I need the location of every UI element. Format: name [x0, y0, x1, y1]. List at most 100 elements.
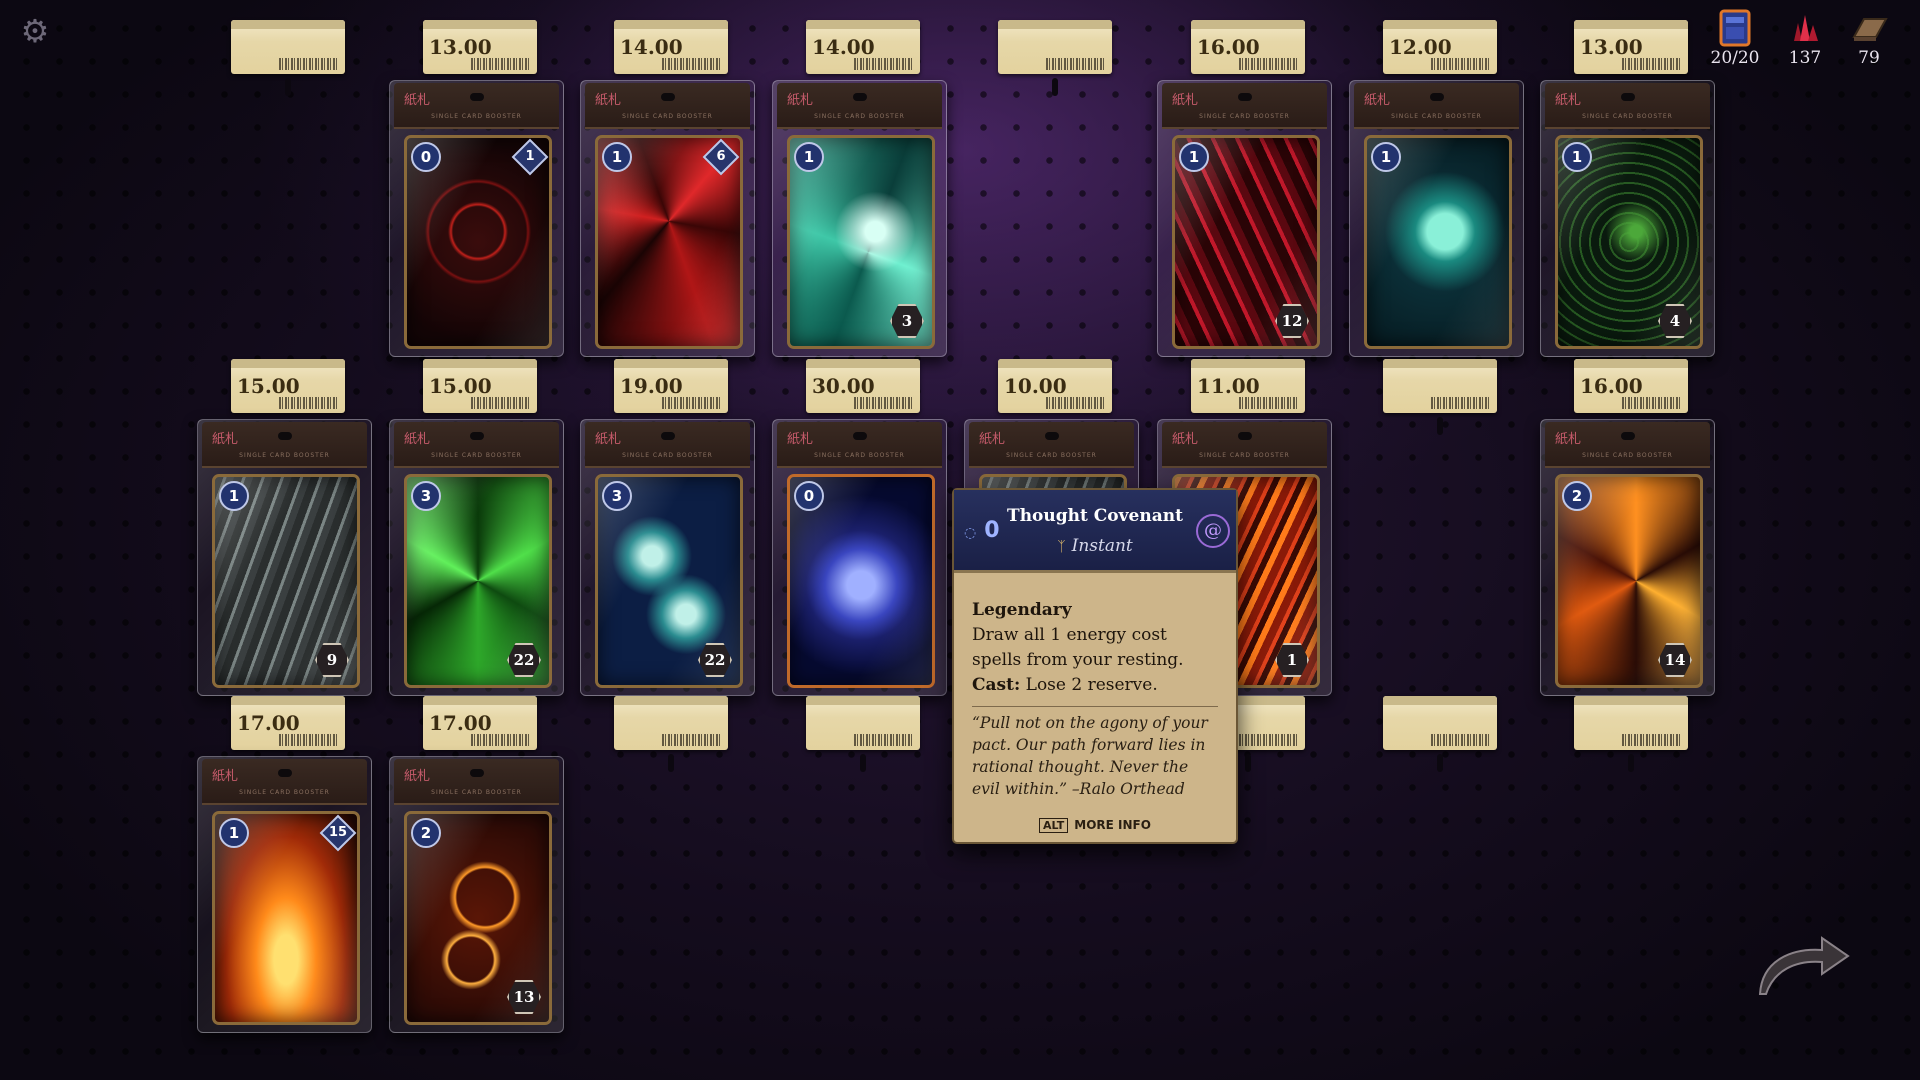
energy-cost-badge: 3 — [411, 481, 441, 511]
barcode-icon — [1239, 397, 1297, 409]
energy-cost-badge: 2 — [1562, 481, 1592, 511]
energy-cost-badge: 1 — [1371, 142, 1401, 172]
pack-subtitle: SINGLE CARD BOOSTER — [1582, 113, 1673, 120]
tooltip-header: ◌ 0 Thought Covenant ᛉ Instant @ — [954, 490, 1236, 573]
pack-subtitle: SINGLE CARD BOOSTER — [1006, 452, 1097, 459]
price-tag: 16.00 — [1191, 20, 1305, 74]
card-booster-pack[interactable]: 紙札 SINGLE CARD BOOSTER 1 6 — [580, 80, 755, 357]
price-tag-band — [1383, 20, 1497, 29]
empty-peg-hook — [1245, 754, 1251, 772]
price-tag — [1383, 696, 1497, 750]
pack-subtitle: SINGLE CARD BOOSTER — [814, 113, 905, 120]
card-booster-pack[interactable]: 紙札 SINGLE CARD BOOSTER 1 9 — [197, 419, 372, 696]
card-tooltip: ◌ 0 Thought Covenant ᛉ Instant @ Legendary… — [952, 488, 1238, 844]
pack-subtitle: SINGLE CARD BOOSTER — [622, 113, 713, 120]
price-tag: 14.00 — [614, 20, 728, 74]
barcode-icon — [854, 397, 912, 409]
price-tag: 11.00 — [1191, 359, 1305, 413]
pack-subtitle: SINGLE CARD BOOSTER — [431, 789, 522, 796]
price-tag: 15.00 — [423, 359, 537, 413]
pack-brand: 紙札 — [595, 93, 622, 108]
alt-key-button[interactable]: ALT — [1039, 818, 1069, 833]
price-label: 17.00 — [429, 711, 492, 735]
card-booster-pack[interactable]: 紙札 SINGLE CARD BOOSTER 1 — [1349, 80, 1524, 357]
tooltip-type-label: Instant — [1071, 536, 1133, 556]
energy-cost-value: 1 — [611, 148, 623, 166]
barcode-icon — [471, 397, 529, 409]
pack-header: 紙札 SINGLE CARD BOOSTER — [585, 83, 750, 129]
card-booster-pack[interactable]: 紙札 SINGLE CARD BOOSTER 0 — [772, 419, 947, 696]
pack-subtitle: SINGLE CARD BOOSTER — [814, 452, 905, 459]
pack-header: 紙札 SINGLE CARD BOOSTER — [1545, 422, 1710, 468]
price-tag: 13.00 — [423, 20, 537, 74]
tooltip-cast: Cast: Lose 2 reserve. — [972, 673, 1218, 698]
barcode-icon — [662, 397, 720, 409]
barcode-icon — [279, 58, 337, 70]
crystal-count: 137 — [1788, 48, 1822, 68]
hang-hole — [853, 432, 867, 440]
deck-box-icon — [1705, 8, 1765, 48]
card-art-fire-swirl: 2 14 — [1555, 474, 1703, 688]
pack-brand: 紙札 — [212, 769, 239, 784]
price-tag-band — [1383, 696, 1497, 705]
price-tag — [231, 20, 345, 74]
pack-header: 紙札 SINGLE CARD BOOSTER — [394, 422, 559, 468]
card-booster-pack[interactable]: 紙札 SINGLE CARD BOOSTER 1 4 — [1540, 80, 1715, 357]
cast-label: Cast: — [972, 675, 1021, 695]
card-art-flame-burst: 1 15 — [212, 811, 360, 1025]
pack-brand: 紙札 — [979, 432, 1006, 447]
deck-counter[interactable]: 20/20 — [1705, 8, 1765, 68]
price-tag-band — [614, 359, 728, 368]
hang-hole — [661, 93, 675, 101]
energy-cost-value: 1 — [228, 487, 240, 505]
stock-count-value: 22 — [704, 651, 726, 669]
barcode-icon — [1046, 58, 1104, 70]
card-booster-pack[interactable]: 紙札 SINGLE CARD BOOSTER 1 3 — [772, 80, 947, 357]
pack-brand: 紙札 — [404, 769, 431, 784]
energy-cost-value: 3 — [420, 487, 432, 505]
crystal-icon — [1775, 8, 1835, 48]
gold-counter: 79 — [1839, 8, 1899, 68]
card-booster-pack[interactable]: 紙札 SINGLE CARD BOOSTER 3 22 — [580, 419, 755, 696]
pack-header: 紙札 SINGLE CARD BOOSTER — [1354, 83, 1519, 129]
card-booster-pack[interactable]: 紙札 SINGLE CARD BOOSTER 1 15 — [197, 756, 372, 1033]
card-booster-pack[interactable]: 紙札 SINGLE CARD BOOSTER 3 22 — [389, 419, 564, 696]
card-booster-pack[interactable]: 紙札 SINGLE CARD BOOSTER 1 12 — [1157, 80, 1332, 357]
card-booster-pack[interactable]: 紙札 SINGLE CARD BOOSTER 2 14 — [1540, 419, 1715, 696]
price-tag — [806, 696, 920, 750]
price-tag-band — [1191, 359, 1305, 368]
card-booster-pack[interactable]: 紙札 SINGLE CARD BOOSTER 2 13 — [389, 756, 564, 1033]
price-tag-band — [423, 696, 537, 705]
card-booster-pack[interactable]: 紙札 SINGLE CARD BOOSTER 0 1 — [389, 80, 564, 357]
hang-hole — [1045, 432, 1059, 440]
barcode-icon — [279, 397, 337, 409]
price-label: 17.00 — [237, 711, 300, 735]
hang-hole — [1238, 93, 1252, 101]
next-arrow-icon[interactable] — [1752, 930, 1852, 1000]
tooltip-rules-text: Legendary Draw all 1 energy cost spells … — [972, 598, 1218, 698]
price-tag-band — [806, 20, 920, 29]
price-label: 11.00 — [1197, 374, 1260, 398]
price-label: 14.00 — [620, 35, 683, 59]
energy-cost-badge: 1 — [602, 142, 632, 172]
energy-cost-value: 1 — [803, 148, 815, 166]
stock-count-value: 22 — [513, 651, 535, 669]
hang-hole — [470, 432, 484, 440]
card-art-spectral-hand: 1 — [1364, 135, 1512, 349]
price-label: 13.00 — [1580, 35, 1643, 59]
pack-brand: 紙札 — [787, 432, 814, 447]
price-tag-band — [998, 359, 1112, 368]
gear-icon[interactable]: ⚙ — [18, 14, 52, 48]
pack-header: 紙札 SINGLE CARD BOOSTER — [394, 759, 559, 805]
pack-header: 紙札 SINGLE CARD BOOSTER — [969, 422, 1134, 468]
empty-peg-hook — [1437, 417, 1443, 435]
pack-brand: 紙札 — [787, 93, 814, 108]
pack-subtitle: SINGLE CARD BOOSTER — [1582, 452, 1673, 459]
pack-brand: 紙札 — [404, 93, 431, 108]
price-tag: 15.00 — [231, 359, 345, 413]
energy-icon: ◌ — [964, 525, 977, 541]
empty-peg-hook — [1052, 78, 1058, 96]
tooltip-card-name: Thought Covenant — [1007, 506, 1183, 526]
pack-header: 紙札 SINGLE CARD BOOSTER — [1162, 422, 1327, 468]
energy-cost-badge: 1 — [1562, 142, 1592, 172]
